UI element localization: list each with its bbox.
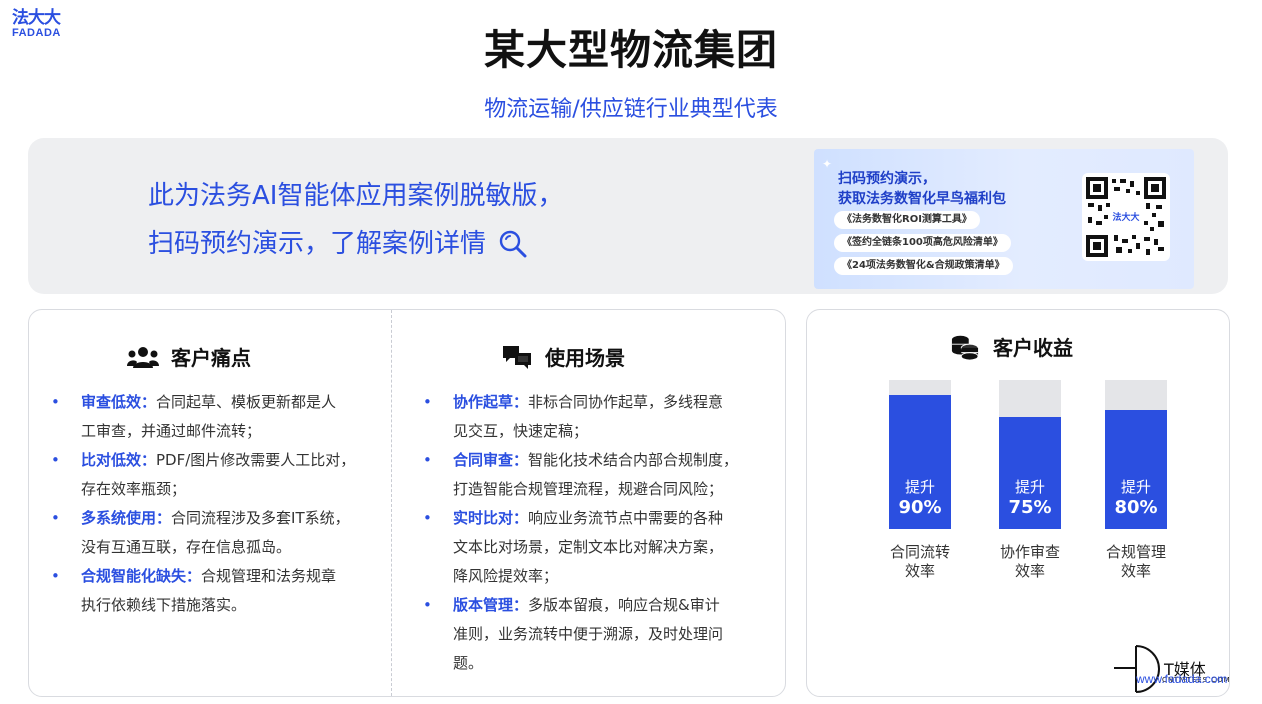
promo-heading-2: 获取法务数智化早鸟福利包 — [838, 191, 1006, 207]
bar-prefix: 提升 — [1014, 478, 1045, 496]
benefits-card: 客户收益 提升 90% 合同流转 效率 提升 75% 协作审查 效率 提升 80% 合规管理 效率 — [806, 309, 1230, 697]
pain-points-heading: 客户痛点 — [127, 342, 251, 371]
coins-icon — [951, 335, 979, 361]
banner-text: 此为法务AI智能体应用案例脱敏版， 扫码预约演示，了解案例详情 — [148, 172, 563, 268]
page-subtitle: 物流运输/供应链行业典型代表 — [484, 97, 778, 122]
bar-category-label: 协作审查 效率 — [980, 543, 1080, 581]
bar-value-label: 90% — [898, 497, 942, 518]
bar-label-line: 合规管理 — [1105, 543, 1166, 561]
item-key: 多系统使用： — [81, 509, 172, 527]
item-text: 题。 — [453, 654, 484, 672]
banner-line-1: 此为法务AI智能体应用案例脱敏版， — [148, 181, 564, 211]
item-text: 执行依赖线下措施落实。 — [81, 596, 247, 614]
demo-banner: 此为法务AI智能体应用案例脱敏版， 扫码预约演示，了解案例详情 ✦ 扫码预约演示… — [28, 138, 1228, 294]
list-item: 比对低效：PDF/图片修改需要人工比对， 存在效率瓶颈； — [51, 446, 381, 504]
bar-label-line: 效率 — [904, 562, 935, 580]
item-text: 合同起草、模板更新都是人 — [156, 393, 337, 411]
qr-code[interactable]: 法大大 — [1082, 173, 1170, 261]
item-key: 合规智能化缺失： — [81, 567, 202, 585]
bar-value-label: 75% — [1008, 497, 1052, 518]
bar-label-line: 效率 — [1120, 562, 1151, 580]
tmt-watermark: T媒体 CNTMTEES.COM www.fadada.com — [1112, 644, 1262, 694]
promo-item: 《法务数智化ROI测算工具》 — [834, 211, 980, 229]
promo-item: 《24项法务数智化&合规政策清单》 — [834, 257, 1013, 275]
promo-heading: 扫码预约演示， 获取法务数智化早鸟福利包 — [838, 169, 1006, 209]
bar-label-line: 合同流转 — [889, 543, 950, 561]
list-item: 版本管理：多版本留痕，响应合规&审计准则，业务流转中便于溯源，及时处理问题。 — [423, 591, 773, 678]
item-text: 没有互通互联，存在信息孤岛。 — [81, 538, 292, 556]
page-title: 某大型物流集团 — [484, 26, 778, 74]
item-text: 降风险提效率； — [453, 567, 559, 585]
list-item: 审查低效：合同起草、模板更新都是人工审查，并通过邮件流转； — [51, 388, 381, 446]
bar-track: 提升 75% — [999, 380, 1061, 529]
pain-points-title: 客户痛点 — [171, 346, 251, 370]
list-item: 合同审查：智能化技术结合内部合规制度， 打造智能合规管理流程，规避合同风险； — [423, 446, 773, 504]
banner-line-2: 扫码预约演示，了解案例详情 — [148, 229, 487, 259]
qr-code-image: 法大大 — [1086, 177, 1166, 257]
promo-item: 《签约全链条100项高危风险清单》 — [834, 234, 1011, 252]
item-text: 工审查，并通过邮件流转； — [81, 422, 262, 440]
item-text: 合规管理和法务规章 — [201, 567, 337, 585]
item-key: 审查低效： — [81, 393, 157, 411]
qr-center-logo: 法大大 — [1112, 211, 1139, 223]
pain-points-list: 审查低效：合同起草、模板更新都是人工审查，并通过邮件流转； 比对低效：PDF/图… — [51, 388, 381, 620]
item-text: 存在效率瓶颈； — [81, 480, 187, 498]
item-text: 响应业务流节点中需要的各种 — [528, 509, 724, 527]
item-text: 非标合同协作起草，多线程意 — [528, 393, 724, 411]
item-text: 见交互，快速定稿； — [453, 422, 589, 440]
bar-track: 提升 80% — [1105, 380, 1167, 529]
bar-prefix: 提升 — [904, 478, 935, 496]
pain-scenario-card: 客户痛点 审查低效：合同起草、模板更新都是人工审查，并通过邮件流转； 比对低效：… — [28, 309, 786, 697]
scenarios-list: 协作起草：非标合同协作起草，多线程意见交互，快速定稿； 合同审查：智能化技术结合… — [423, 388, 773, 678]
sparkle-icon: ✦ — [822, 157, 833, 171]
item-key: 实时比对： — [453, 509, 529, 527]
item-key: 协作起草： — [453, 393, 529, 411]
bar-value-text: 提升 80% — [1105, 478, 1167, 519]
bar-label-line: 协作审查 — [999, 543, 1060, 561]
item-text: PDF/图片修改需要人工比对， — [156, 451, 356, 469]
benefits-title: 客户收益 — [993, 336, 1073, 360]
benefits-heading: 客户收益 — [949, 332, 1073, 361]
banner-line-2-row: 扫码预约演示，了解案例详情 — [148, 220, 563, 268]
bar-category-label: 合同流转 效率 — [870, 543, 970, 581]
benefit-bar: 提升 90% — [889, 380, 951, 529]
watermark-url: www.fadada.com — [1136, 672, 1228, 686]
item-text: 打造智能合规管理流程，规避合同风险； — [453, 480, 724, 498]
bar-category-label: 合规管理 效率 — [1086, 543, 1186, 581]
people-icon — [127, 346, 159, 368]
bar-value-label: 80% — [1114, 497, 1158, 518]
item-key: 合同审查： — [453, 451, 529, 469]
bar-value-text: 提升 75% — [999, 478, 1061, 519]
list-item: 合规智能化缺失：合规管理和法务规章执行依赖线下措施落实。 — [51, 562, 381, 620]
promo-heading-1: 扫码预约演示， — [838, 171, 936, 187]
item-text: 多版本留痕，响应合规&审计 — [528, 596, 720, 614]
scenarios-heading: 使用场景 — [501, 342, 625, 371]
list-item: 协作起草：非标合同协作起草，多线程意见交互，快速定稿； — [423, 388, 773, 446]
list-item: 实时比对：响应业务流节点中需要的各种文本比对场景，定制文本比对解决方案， 降风险提… — [423, 504, 773, 591]
bar-label-line: 效率 — [1014, 562, 1045, 580]
bar-prefix: 提升 — [1120, 478, 1151, 496]
bar-track: 提升 90% — [889, 380, 951, 529]
bar-value-text: 提升 90% — [889, 478, 951, 519]
benefit-bar: 提升 80% — [1105, 380, 1167, 529]
list-item: 多系统使用：合同流程涉及多套IT系统， 没有互通互联，存在信息孤岛。 — [51, 504, 381, 562]
scenarios-title: 使用场景 — [545, 346, 625, 370]
chat-bubbles-icon — [503, 345, 531, 369]
column-divider — [391, 310, 392, 696]
promo-card[interactable]: ✦ 扫码预约演示， 获取法务数智化早鸟福利包 《法务数智化ROI测算工具》 《签… — [814, 149, 1194, 289]
item-key: 比对低效： — [81, 451, 157, 469]
item-text: 智能化技术结合内部合规制度， — [528, 451, 739, 469]
item-text: 准则，业务流转中便于溯源，及时处理问 — [453, 625, 724, 643]
item-key: 版本管理： — [453, 596, 529, 614]
benefit-bar: 提升 75% — [999, 380, 1061, 529]
item-text: 文本比对场景，定制文本比对解决方案， — [453, 538, 724, 556]
search-icon — [499, 230, 527, 258]
tmt-logo-icon — [1114, 645, 1160, 693]
item-text: 合同流程涉及多套IT系统， — [171, 509, 350, 527]
